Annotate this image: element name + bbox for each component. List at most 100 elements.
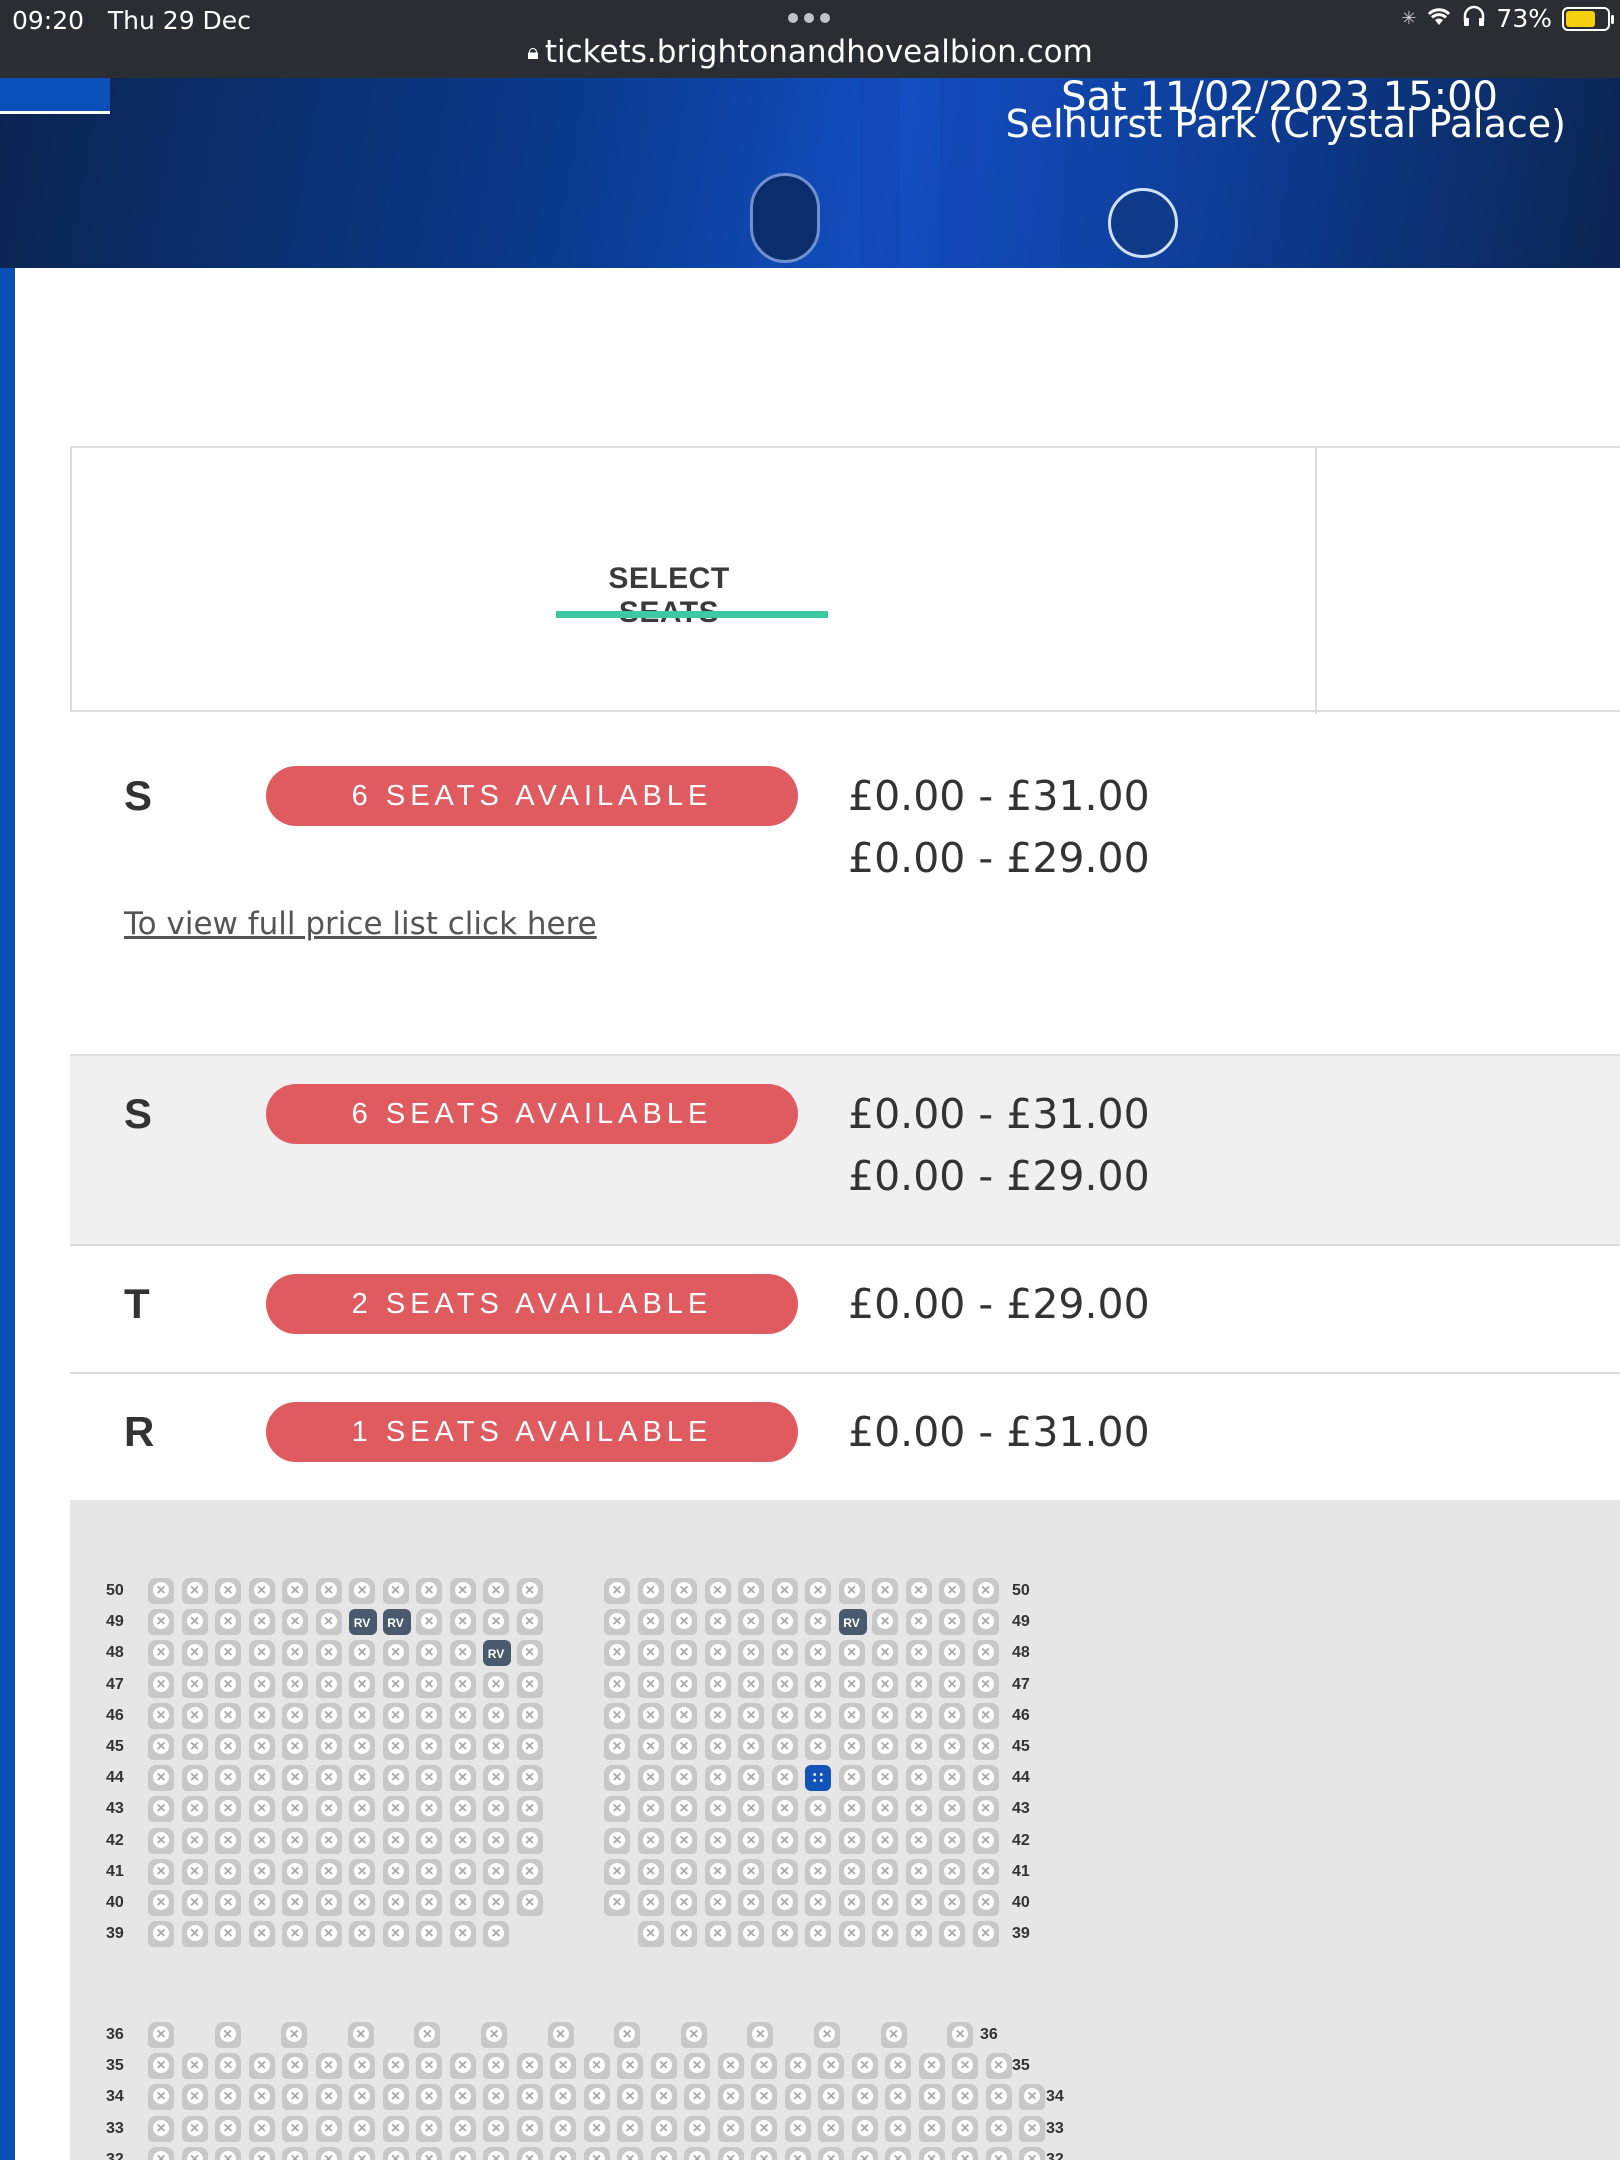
unavailable-seat-icon xyxy=(972,1827,999,1854)
unavailable-seat-icon xyxy=(972,1765,999,1792)
status-date: Thu 29 Dec xyxy=(107,6,251,35)
unavailable-seat-icon xyxy=(349,2146,375,2160)
unavailable-seat-icon xyxy=(416,1890,442,1916)
seat-row-label: 41 xyxy=(106,1862,124,1880)
full-price-list-link[interactable]: To view full price list click here xyxy=(124,906,597,942)
unavailable-seat-icon xyxy=(315,1890,342,1916)
unavailable-seat-icon xyxy=(918,2053,945,2080)
unavailable-seat-icon xyxy=(215,1858,241,1885)
unavailable-seat-icon xyxy=(738,1796,764,1823)
unavailable-seat-icon xyxy=(838,1765,865,1792)
unavailable-seat-icon xyxy=(684,2053,710,2080)
unavailable-seat-icon xyxy=(972,1640,999,1667)
unavailable-seat-icon xyxy=(416,1858,442,1885)
unavailable-seat-icon xyxy=(947,2022,974,2048)
price-range: £0.00 - £31.00 xyxy=(848,1090,1150,1138)
seats-available-button[interactable]: 2 SEATS AVAILABLE xyxy=(266,1274,798,1334)
address-bar[interactable]: 🔒︎ tickets.brightonandhovealbion.com xyxy=(0,34,1620,78)
unavailable-seat-icon xyxy=(516,1796,543,1823)
seat-row-label: 32 xyxy=(106,2150,124,2160)
unavailable-seat-icon xyxy=(516,1640,543,1667)
unavailable-seat-icon xyxy=(939,1734,965,1760)
unavailable-seat-icon xyxy=(483,1796,509,1823)
unavailable-seat-icon xyxy=(248,1671,275,1698)
unavailable-seat-icon xyxy=(483,1890,509,1916)
unavailable-seat-icon xyxy=(918,2115,945,2142)
unavailable-seat-icon xyxy=(181,1765,208,1792)
unavailable-seat-icon xyxy=(181,1858,208,1885)
unavailable-seat-icon xyxy=(805,1921,831,1948)
unavailable-seat-icon xyxy=(805,1734,831,1760)
unavailable-seat-icon xyxy=(416,1609,442,1636)
unavailable-seat-icon xyxy=(918,2146,945,2160)
seat-map[interactable]: 50 50 49 49 48 48 47 47 46 46 45 45 44 44 43 43 42 42 41 41… xyxy=(70,1500,1620,2160)
unavailable-seat-icon xyxy=(215,1796,241,1823)
unavailable-seat-icon xyxy=(315,1827,342,1854)
unavailable-seat-icon xyxy=(939,1609,965,1636)
unavailable-seat-icon xyxy=(650,2115,677,2142)
unavailable-seat-icon xyxy=(181,1827,208,1854)
unavailable-seat-icon xyxy=(872,1671,898,1698)
unavailable-seat-icon xyxy=(905,1734,932,1760)
unavailable-seat-icon xyxy=(148,2146,174,2160)
event-venue: Selhurst Park (Crystal Palace) xyxy=(1005,102,1566,146)
unavailable-seat-icon xyxy=(717,2084,744,2111)
tab-select-seats[interactable]: SELECT SEATS xyxy=(554,562,784,630)
unavailable-seat-icon xyxy=(282,2084,308,2111)
unavailable-seat-icon xyxy=(382,1702,409,1729)
headphones-icon xyxy=(1462,4,1486,33)
seats-available-button[interactable]: 6 SEATS AVAILABLE xyxy=(266,766,798,826)
unavailable-seat-icon xyxy=(550,2053,576,2080)
unavailable-seat-icon xyxy=(516,1827,543,1854)
unavailable-seat-icon xyxy=(838,1734,865,1760)
unavailable-seat-icon xyxy=(747,2022,774,2048)
unavailable-seat-icon xyxy=(671,1827,697,1854)
unavailable-seat-icon xyxy=(583,2146,610,2160)
seat-row-label: 43 xyxy=(106,1800,124,1818)
unavailable-seat-icon xyxy=(738,1609,764,1636)
unavailable-seat-icon xyxy=(818,2084,844,2111)
unavailable-seat-icon xyxy=(583,2115,610,2142)
multitask-dots-icon[interactable] xyxy=(785,10,835,24)
row-letter: R xyxy=(124,1408,155,1455)
unavailable-seat-icon xyxy=(248,1702,275,1729)
unavailable-seat-icon xyxy=(516,1671,543,1698)
unavailable-seat-icon xyxy=(637,1796,664,1823)
unavailable-seat-icon xyxy=(315,1858,342,1885)
unavailable-seat-icon xyxy=(449,1578,476,1604)
unavailable-seat-icon xyxy=(771,1609,798,1636)
unavailable-seat-icon xyxy=(382,1858,409,1885)
unavailable-seat-icon xyxy=(483,1858,509,1885)
unavailable-seat-icon xyxy=(483,2084,509,2111)
unavailable-seat-icon xyxy=(416,2115,442,2142)
unavailable-seat-icon xyxy=(885,2053,911,2080)
active-tab-indicator xyxy=(556,611,828,618)
seats-available-button[interactable]: 6 SEATS AVAILABLE xyxy=(266,1084,798,1144)
unavailable-seat-icon xyxy=(449,1640,476,1667)
seat-row-block: R 1 SEATS AVAILABLE £0.00 - £31.00 xyxy=(70,1372,1620,1502)
unavailable-seat-icon xyxy=(617,2053,643,2080)
seat-row-label: 33 xyxy=(1046,2119,1064,2137)
unavailable-seat-icon xyxy=(449,2053,476,2080)
unavailable-seat-icon xyxy=(483,1921,509,1948)
unavailable-seat-icon xyxy=(583,2053,610,2080)
unavailable-seat-icon xyxy=(483,2146,509,2160)
unavailable-seat-icon xyxy=(282,1734,308,1760)
unavailable-seat-icon xyxy=(717,2146,744,2160)
unavailable-seat-icon xyxy=(215,2146,241,2160)
unavailable-seat-icon xyxy=(181,1671,208,1698)
unavailable-seat-icon xyxy=(851,2084,878,2111)
seats-available-button[interactable]: 1 SEATS AVAILABLE xyxy=(266,1402,798,1462)
menu-tab[interactable] xyxy=(0,78,110,114)
unavailable-seat-icon xyxy=(148,1858,174,1885)
seat-row-label: 40 xyxy=(1012,1894,1030,1911)
unavailable-seat-icon xyxy=(771,1765,798,1792)
unavailable-seat-icon xyxy=(315,2146,342,2160)
unavailable-seat-icon xyxy=(148,2022,174,2048)
unavailable-seat-icon xyxy=(148,1609,174,1636)
unavailable-seat-icon xyxy=(248,1734,275,1760)
unavailable-seat-icon xyxy=(872,1921,898,1948)
available-seat-icon[interactable] xyxy=(805,1765,831,1792)
reserved-seat-icon xyxy=(349,1609,377,1636)
unavailable-seat-icon xyxy=(985,2084,1012,2111)
